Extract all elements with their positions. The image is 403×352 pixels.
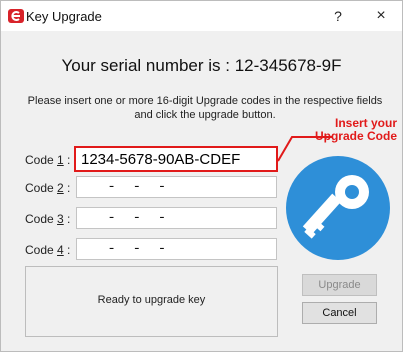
code-3-placeholder: - - - — [99, 210, 175, 226]
help-button[interactable]: ? — [327, 5, 349, 27]
code-2-label: Code 2 : — [25, 181, 70, 195]
app-logo-icon — [8, 9, 24, 23]
code-2-label-key: 2 — [57, 181, 64, 195]
code-1-label-key: 1 — [57, 153, 64, 167]
code-4-placeholder: - - - — [99, 241, 175, 257]
close-button[interactable]: × — [370, 5, 392, 27]
key-icon — [286, 156, 390, 260]
key-upgrade-window: Key Upgrade ? × Your serial number is : … — [0, 0, 403, 352]
code-2-field[interactable]: - - - — [76, 176, 277, 198]
cancel-button[interactable]: Cancel — [302, 302, 377, 324]
status-box: Ready to upgrade key — [25, 266, 278, 337]
code-4-label-suffix: : — [63, 243, 71, 257]
code-1-value: 1234-5678-90AB-CDEF — [81, 151, 241, 168]
code-1-field[interactable]: 1234-5678-90AB-CDEF — [74, 146, 278, 172]
code-1-label-suffix: : — [63, 153, 71, 167]
code-3-label-key: 3 — [57, 212, 64, 226]
code-3-field[interactable]: - - - — [76, 207, 277, 229]
instructions-line-1: Please insert one or more 16-digit Upgra… — [27, 95, 383, 107]
code-4-label-key: 4 — [57, 243, 64, 257]
code-3-label-prefix: Code — [25, 212, 58, 226]
code-1-label: Code 1 : — [25, 153, 70, 167]
code-1-label-prefix: Code — [25, 153, 58, 167]
upgrade-button[interactable]: Upgrade — [302, 274, 377, 296]
code-4-label-prefix: Code — [25, 243, 58, 257]
title-bar: Key Upgrade ? × — [1, 1, 402, 31]
serial-number-text: Your serial number is : 12-345678-9F — [61, 56, 342, 75]
code-3-label-suffix: : — [63, 212, 71, 226]
code-2-placeholder: - - - — [99, 179, 175, 195]
code-2-label-suffix: : — [63, 181, 71, 195]
code-4-label: Code 4 : — [25, 243, 70, 257]
code-3-label: Code 3 : — [25, 212, 70, 226]
code-4-field[interactable]: - - - — [76, 238, 277, 260]
code-2-label-prefix: Code — [25, 181, 58, 195]
status-text: Ready to upgrade key — [97, 294, 206, 306]
window-title: Key Upgrade — [26, 9, 102, 24]
